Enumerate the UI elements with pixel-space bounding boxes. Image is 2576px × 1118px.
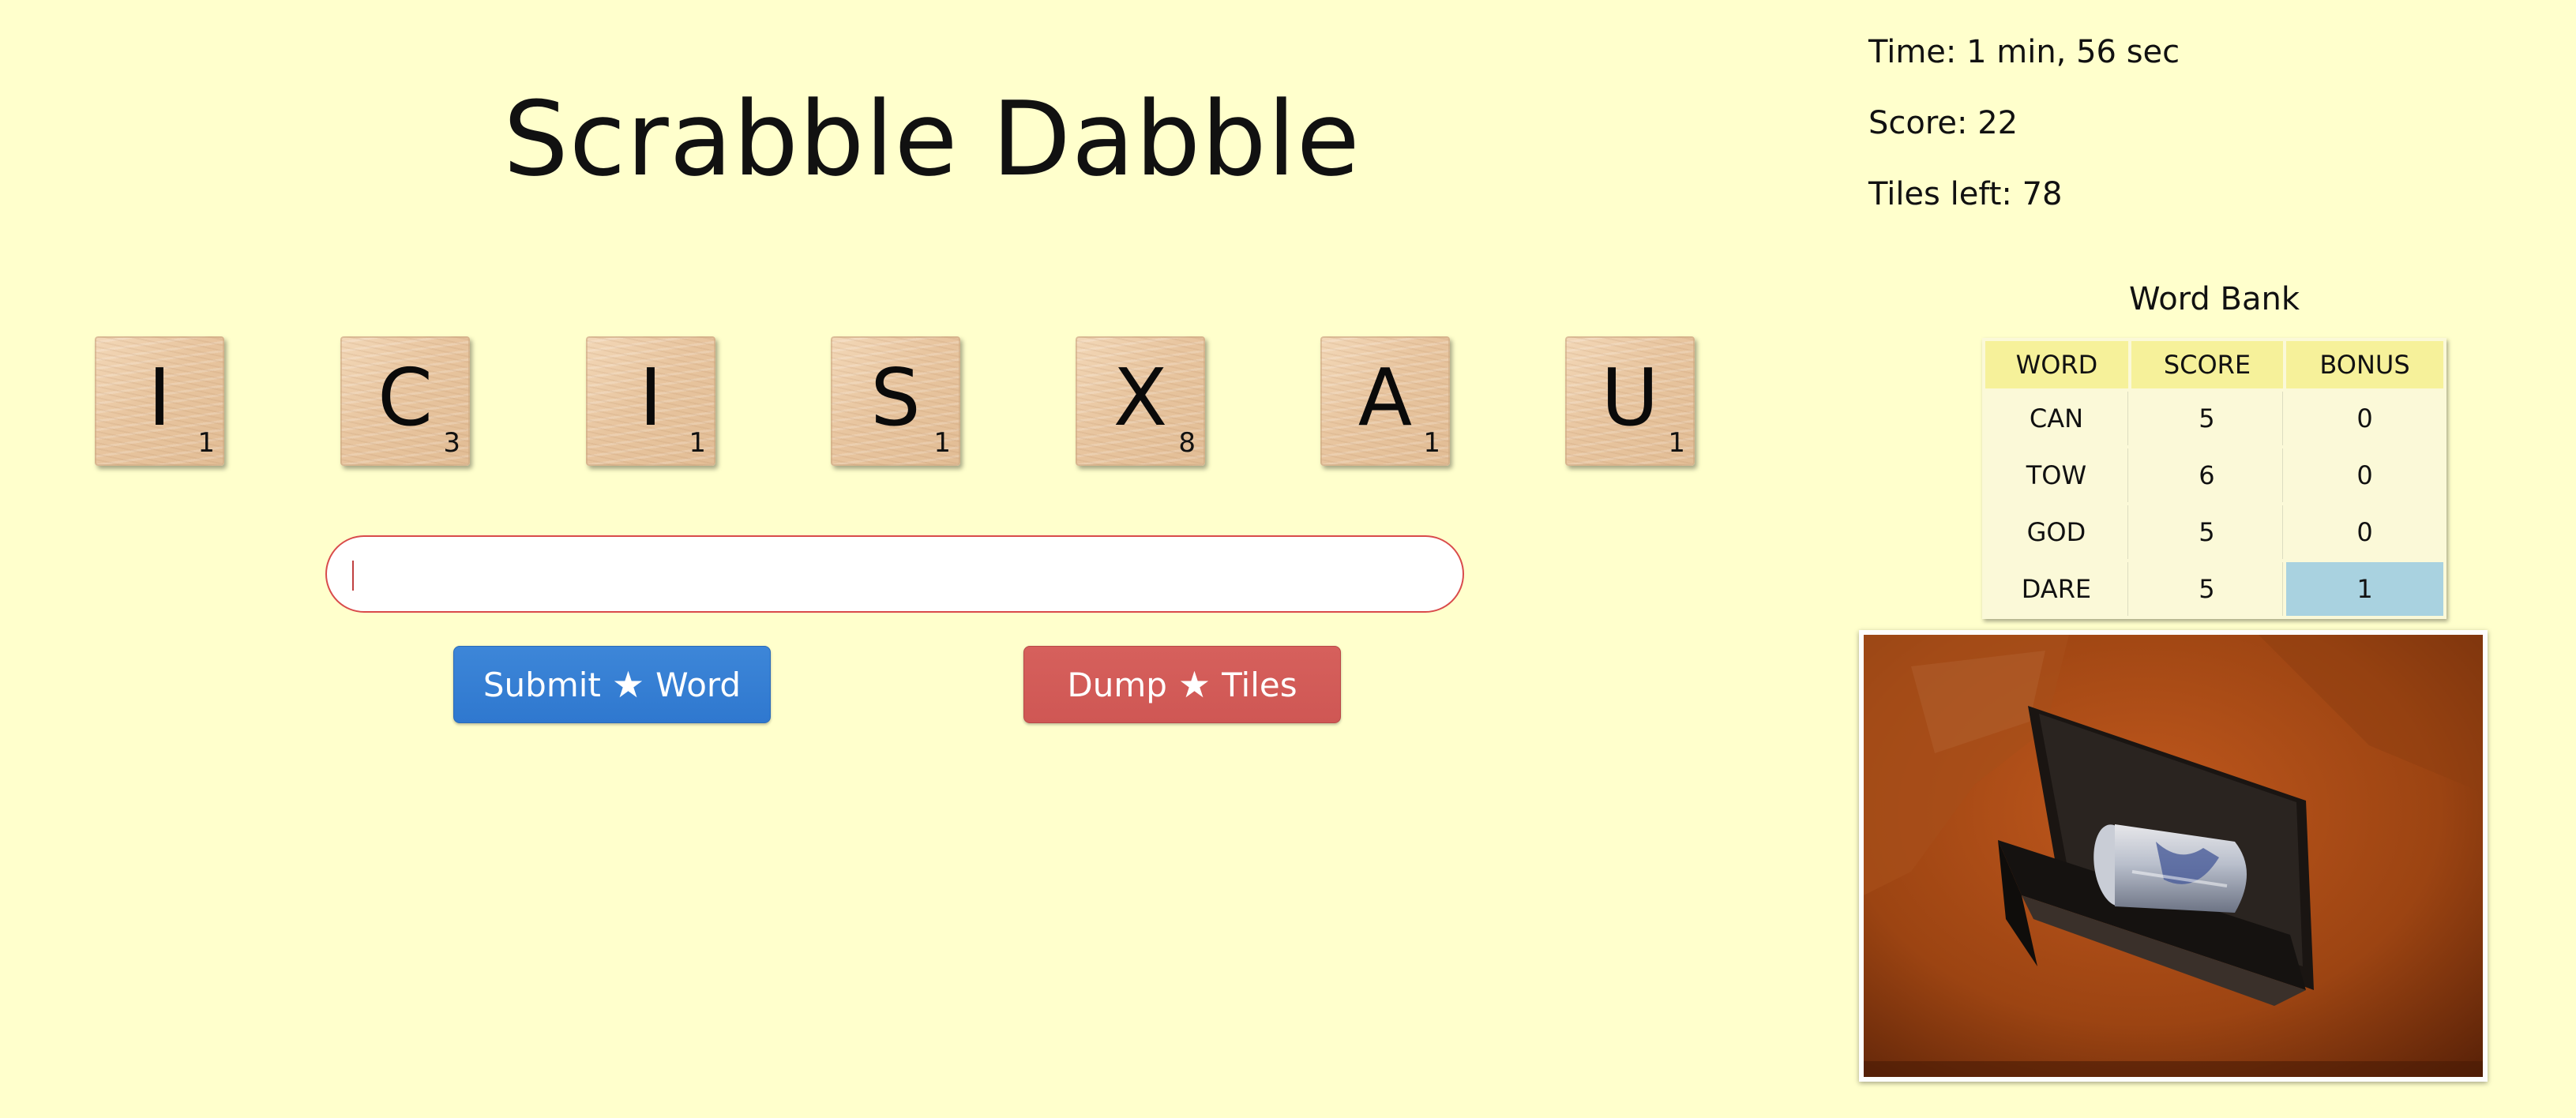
bonus-cell: 1: [2286, 562, 2443, 616]
word-bank-table: WORD SCORE BONUS CAN 5 0 TOW 6 0 GOD 5 0: [1982, 338, 2446, 619]
score-cell: 5: [2131, 562, 2284, 616]
score-readout: Score: 22: [1868, 105, 2018, 141]
score-cell: 5: [2131, 505, 2284, 559]
tile-points: 3: [443, 427, 460, 459]
column-header-bonus: BONUS: [2286, 341, 2443, 388]
table-row: DARE 5 1: [1985, 562, 2443, 616]
table-row: CAN 5 0: [1985, 392, 2443, 445]
letter-tile[interactable]: I 1: [95, 336, 224, 466]
submit-word-button[interactable]: Submit ★ Word: [453, 646, 771, 723]
clue-photo: [1859, 630, 2488, 1082]
dump-button-label-2: Tiles: [1222, 665, 1297, 704]
word-bank-title: Word Bank: [2129, 281, 2300, 317]
time-readout: Time: 1 min, 56 sec: [1868, 34, 2180, 70]
black-drawer-with-can-icon: [1864, 635, 2483, 1077]
tile-points: 1: [197, 427, 215, 459]
score-cell: 5: [2131, 392, 2284, 445]
word-cell: DARE: [1985, 562, 2128, 616]
star-icon: ★: [611, 663, 645, 706]
page-title: Scrabble Dabble: [503, 79, 1361, 199]
star-icon: ★: [1177, 663, 1211, 706]
bonus-cell: 0: [2356, 517, 2373, 547]
dump-tiles-button[interactable]: Dump ★ Tiles: [1023, 646, 1341, 723]
bonus-cell: 0: [2356, 460, 2373, 490]
letter-tile[interactable]: I 1: [586, 336, 715, 466]
tile-points: 8: [1178, 427, 1196, 459]
table-row: TOW 6 0: [1985, 448, 2443, 502]
word-bank-header-row: WORD SCORE BONUS: [1985, 341, 2443, 388]
submit-button-label-2: Word: [655, 665, 742, 704]
dump-button-label-1: Dump: [1067, 665, 1167, 704]
submit-button-label-1: Submit: [483, 665, 601, 704]
letter-tile[interactable]: A 1: [1320, 336, 1450, 466]
tile-points: 1: [689, 427, 706, 459]
table-row: GOD 5 0: [1985, 505, 2443, 559]
game-page: Scrabble Dabble I 1 C 3 I 1 S 1 X 8 A 1 …: [0, 0, 2576, 1118]
tile-points: 1: [1668, 427, 1685, 459]
letter-tile[interactable]: S 1: [831, 336, 960, 466]
game-stats: Time: 1 min, 56 sec Score: 22 Tiles left…: [1868, 30, 2180, 243]
bonus-cell: 0: [2356, 403, 2373, 433]
letter-tile[interactable]: C 3: [340, 336, 470, 466]
word-input[interactable]: [325, 535, 1464, 613]
tile-points: 1: [933, 427, 951, 459]
tiles-left-readout: Tiles left: 78: [1868, 176, 2063, 212]
word-cell: CAN: [1985, 392, 2128, 445]
text-caret: [352, 561, 354, 591]
score-cell: 6: [2131, 448, 2284, 502]
tile-points: 1: [1423, 427, 1440, 459]
letter-tile[interactable]: U 1: [1565, 336, 1695, 466]
column-header-score: SCORE: [2131, 341, 2284, 388]
column-header-word: WORD: [1985, 341, 2128, 388]
tile-rack: I 1 C 3 I 1 S 1 X 8 A 1 U 1: [95, 336, 1706, 471]
word-cell: GOD: [1985, 505, 2128, 559]
word-cell: TOW: [1985, 448, 2128, 502]
letter-tile[interactable]: X 8: [1076, 336, 1205, 466]
